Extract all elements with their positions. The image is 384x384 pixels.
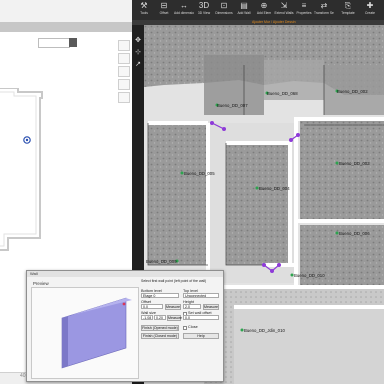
ribbon-button-transform[interactable]: ⇄Transform Selection [314, 1, 334, 19]
top-level-select[interactable]: Unconnected [183, 293, 219, 298]
dimensions-icon: ⊡ [220, 1, 228, 10]
ribbon-button-extend-walls[interactable]: ⇲ Extend Walls [274, 1, 294, 19]
ribbon-group-label: Ajouter Mur / Ajouter Dessin [252, 20, 296, 24]
tool-button[interactable] [118, 92, 130, 103]
offset-icon: ⊟ [160, 1, 168, 10]
room-label[interactable]: Bueno_DD_Jdin_010 [244, 328, 285, 333]
ribbon-button-tools[interactable]: ⚒ Tools [134, 1, 154, 19]
tools-icon: ⚒ [140, 1, 148, 10]
instruction-text: Select first wall point (left point of t… [141, 279, 207, 283]
extend-walls-icon: ⇲ [280, 1, 288, 10]
tool-button[interactable] [118, 53, 130, 64]
wall-preview-graphic [61, 297, 132, 369]
floor-plan-outline [0, 88, 43, 251]
left-tab-bar [0, 22, 132, 32]
wall-preview [31, 287, 139, 379]
search-button[interactable] [69, 38, 77, 47]
dialog-title-bar[interactable] [27, 271, 223, 277]
ribbon-button-template[interactable]: ⎘ Template [338, 1, 358, 19]
pan-icon[interactable]: ✥ [134, 37, 142, 45]
ribbon-button-create[interactable]: ✚ Create [360, 1, 380, 19]
tool-button[interactable] [118, 66, 130, 77]
ribbon-button-add-dimension[interactable]: ↔ Add dimension [174, 1, 194, 19]
wall-icon: ▤ [240, 1, 248, 10]
wall-dialog: Wall Preview Select first wall point (le… [26, 270, 224, 382]
ribbon-button-properties[interactable]: ≡ Properties [294, 1, 314, 19]
wall-size-measure-button[interactable]: Measure [167, 314, 182, 321]
room-label[interactable]: Bueno_DD_002 [337, 89, 368, 94]
status-text: 40 [20, 373, 26, 379]
room-label[interactable]: Bueno_DD_003 [339, 161, 370, 166]
room-label[interactable]: Bueno_DD_010 [294, 273, 325, 278]
room-label[interactable]: Bueno_DD_009 [146, 259, 177, 264]
offset-measure-button[interactable]: Measure [165, 303, 181, 310]
close-label: Close [188, 325, 198, 329]
height-input[interactable]: 2.0 [183, 304, 201, 309]
room-label[interactable]: Bueno_DD_005 [184, 171, 215, 176]
room-label[interactable]: Bueno_DD_004 [259, 186, 290, 191]
ribbon-button-3d-view[interactable]: 3D 3D View [194, 1, 214, 19]
properties-icon: ≡ [301, 1, 307, 10]
3d-view-icon: 3D [198, 1, 210, 10]
ribbon-button-add-element[interactable]: ⊕ Add Elem [254, 1, 274, 19]
left-toolbar [0, 0, 132, 23]
search-input[interactable] [38, 38, 70, 48]
arrow-icon[interactable]: ↗ [134, 61, 142, 69]
right-side-tool-column [118, 40, 130, 103]
room-label[interactable]: Bueno_DD_006 [339, 231, 370, 236]
wall-size-input[interactable]: 0.20 [154, 315, 166, 320]
wall-size-input-left[interactable]: -1.08 [141, 315, 153, 320]
ribbon-toolbar: ⚒ Tools ⊟ Offset ↔ Add dimension 3D 3D View … [132, 0, 384, 21]
transform-icon: ⇄ [320, 1, 328, 10]
finish-closed-button[interactable]: Finish (Closed mode) [141, 333, 179, 339]
template-icon: ⎘ [344, 1, 352, 10]
room-label[interactable]: Bueno_DD_007 [217, 103, 248, 108]
tool-button[interactable] [118, 40, 130, 51]
ribbon-button-offset[interactable]: ⊟ Offset [154, 1, 174, 19]
axis-icon[interactable]: ⊹ [134, 49, 142, 57]
compass-icon[interactable] [23, 136, 31, 144]
add-element-icon: ⊕ [260, 1, 268, 10]
offset-input[interactable]: 0.0 [141, 304, 163, 309]
dialog-title: Wall [30, 271, 38, 276]
close-checkbox[interactable] [183, 326, 187, 330]
wall-offset-input[interactable]: 0.0 [183, 315, 219, 320]
height-measure-button[interactable]: Measure [203, 303, 219, 310]
dimension-icon: ↔ [180, 1, 188, 10]
finish-opened-button[interactable]: Finish (Opened mode) [141, 325, 179, 331]
room-label[interactable]: Bueno_DD_068 [267, 91, 298, 96]
preview-label: Preview [33, 281, 49, 286]
tool-button[interactable] [118, 79, 130, 90]
ribbon-button-add-wall[interactable]: ▤ Add Wall [234, 1, 254, 19]
help-button[interactable]: Help [183, 333, 219, 339]
create-icon: ✚ [366, 1, 374, 10]
ribbon-button-dimensions[interactable]: ⊡ Dimensions [214, 1, 234, 19]
bottom-level-select[interactable]: Etage 0 [141, 293, 179, 298]
